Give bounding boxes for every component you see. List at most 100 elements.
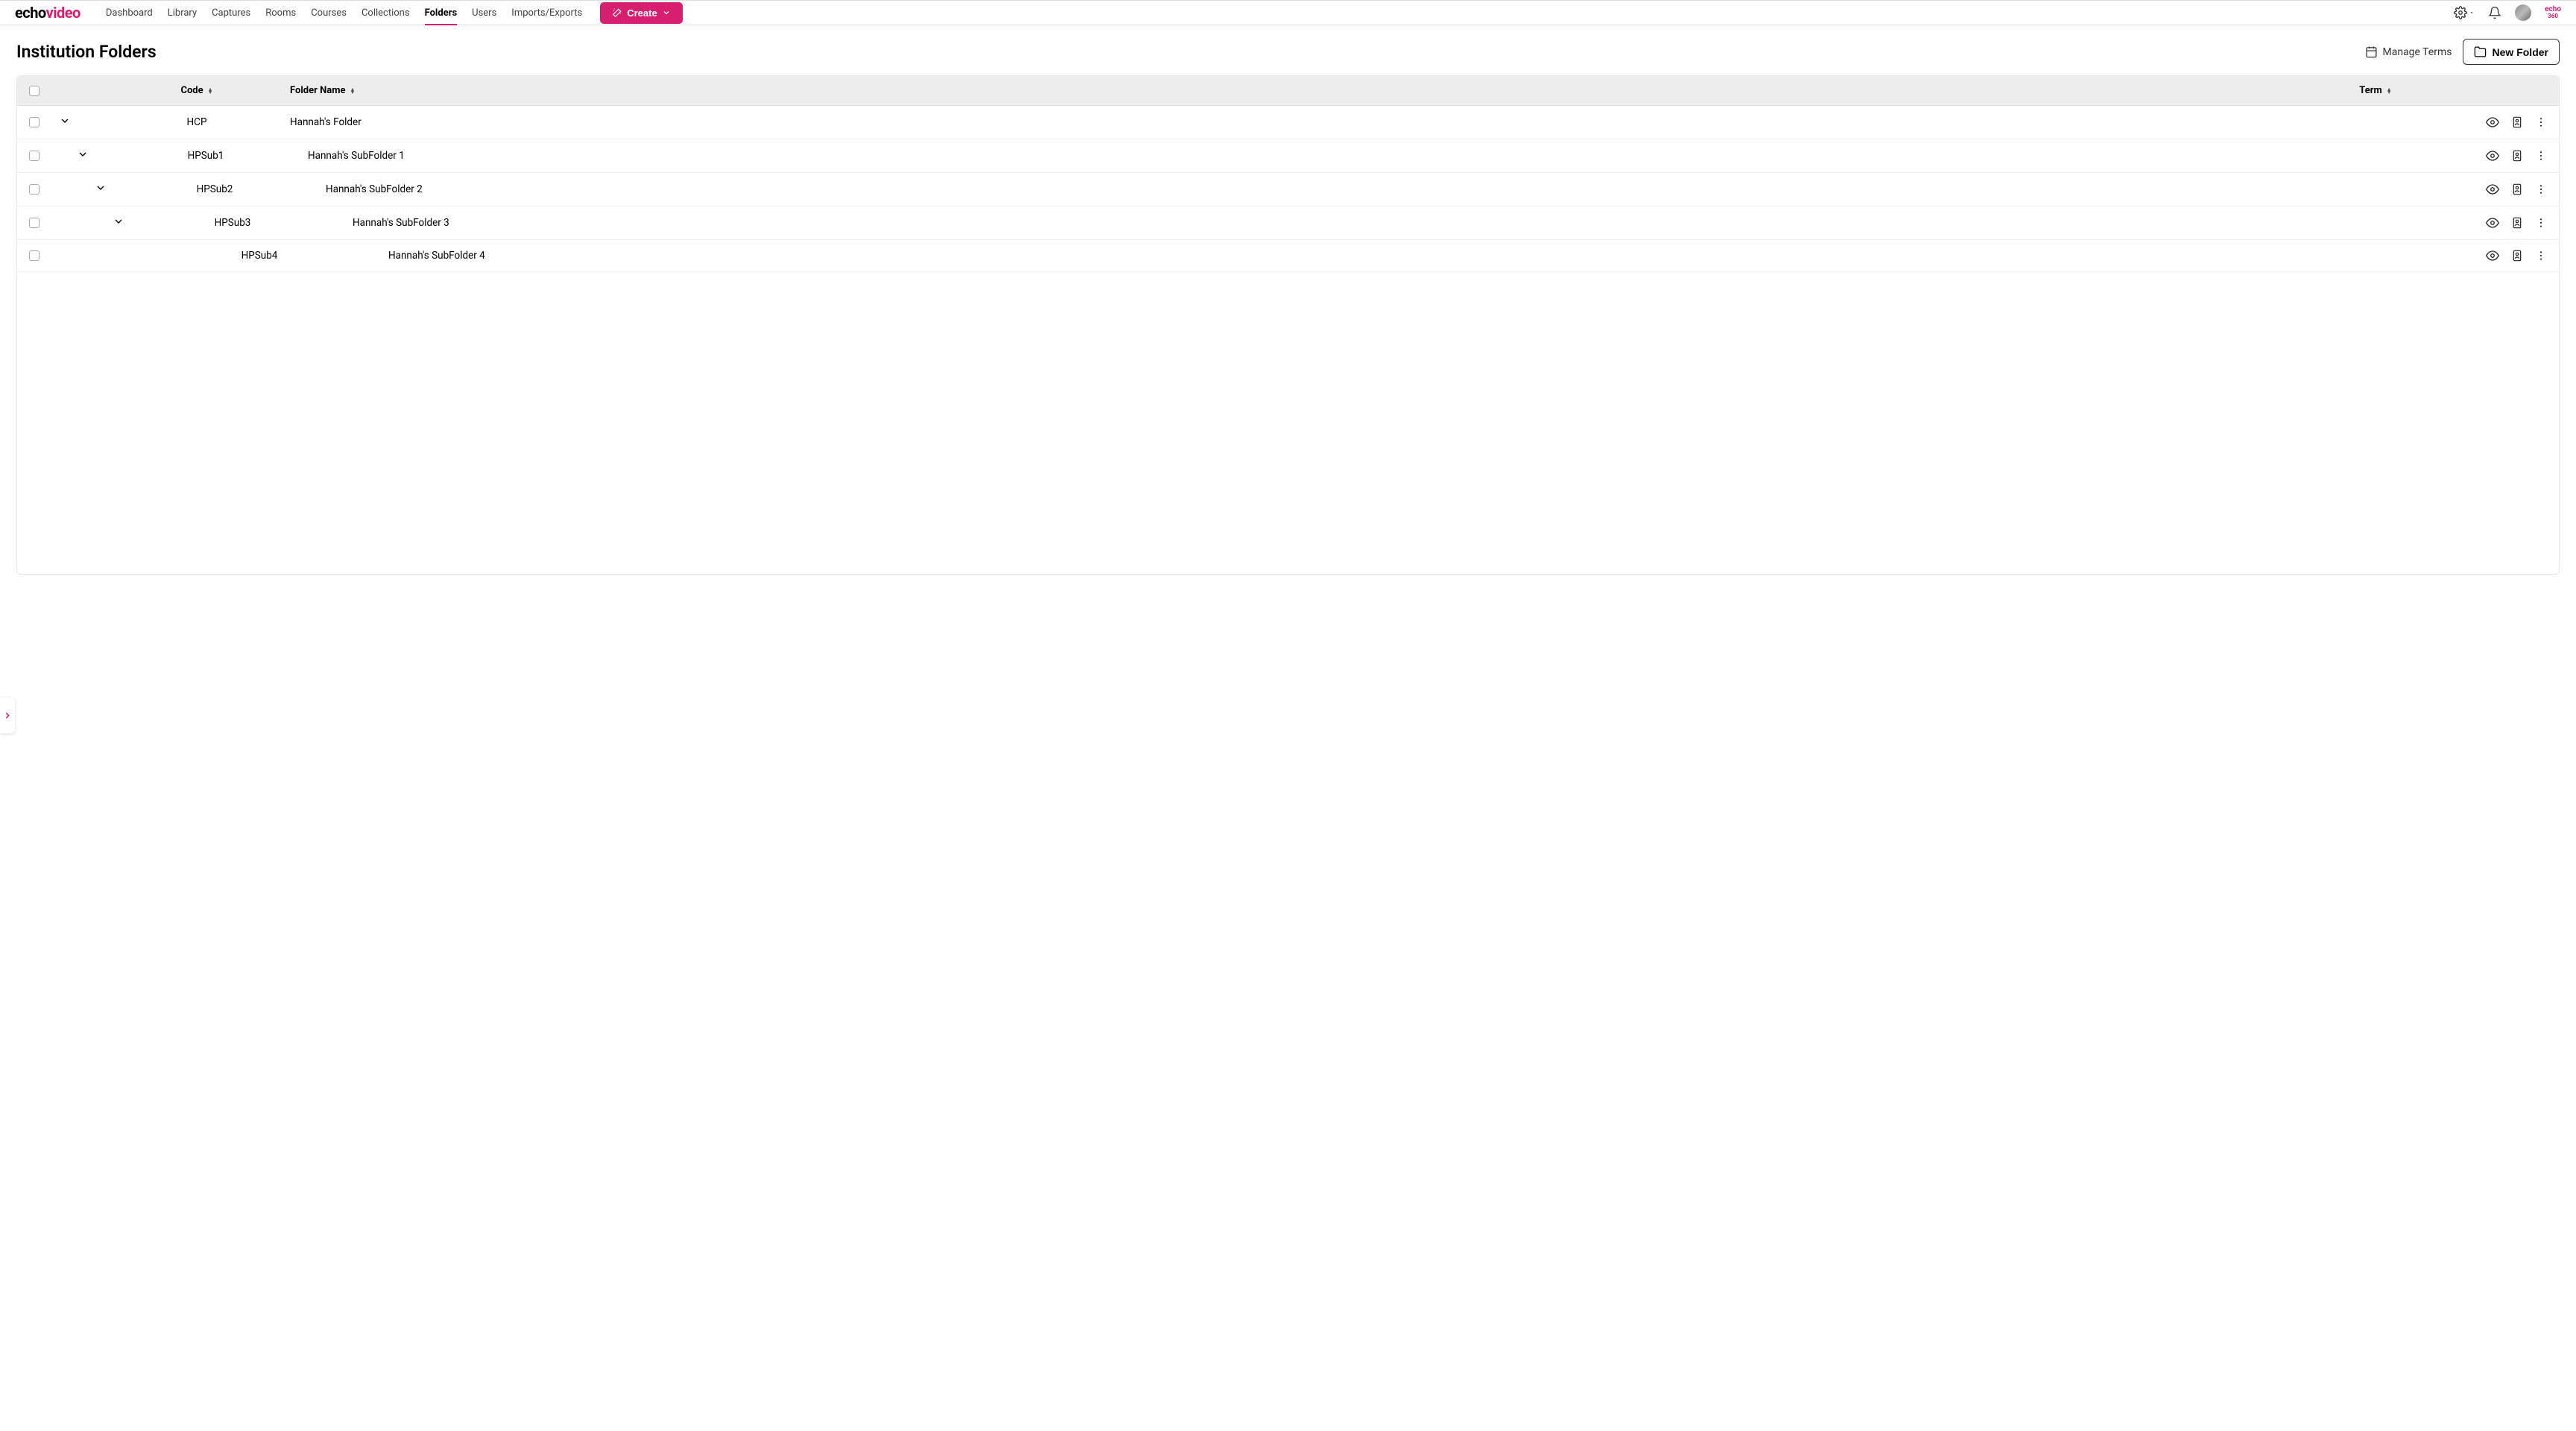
members-button[interactable] xyxy=(2511,216,2523,230)
logo-part1: echo xyxy=(15,4,46,22)
more-button[interactable] xyxy=(2535,249,2547,262)
manage-terms-button[interactable]: Manage Terms xyxy=(2365,45,2452,58)
nav-item-imports-exports[interactable]: Imports/Exports xyxy=(504,1,590,25)
nav-item-rooms[interactable]: Rooms xyxy=(258,1,303,25)
nav-right: echo360 xyxy=(2454,4,2561,21)
table-row: HCPHannah's Folder xyxy=(17,106,2559,139)
chevron-down-icon xyxy=(59,115,71,127)
row-code: HPSub1 xyxy=(188,150,224,162)
more-button[interactable] xyxy=(2535,116,2547,129)
eye-icon xyxy=(2486,149,2499,162)
more-button[interactable] xyxy=(2535,183,2547,196)
top-nav: echovideo DashboardLibraryCapturesRoomsC… xyxy=(0,0,2576,25)
calendar-icon xyxy=(2365,45,2378,58)
nav-item-dashboard[interactable]: Dashboard xyxy=(98,1,160,25)
row-name: Hannah's SubFolder 2 xyxy=(326,183,423,195)
table-row: HPSub1 Hannah's SubFolder 1 xyxy=(17,139,2559,173)
create-label: Create xyxy=(627,7,657,19)
brand-badge[interactable]: echo360 xyxy=(2545,6,2561,19)
id-card-icon xyxy=(2511,249,2523,262)
id-card-icon xyxy=(2511,216,2523,230)
page-header: Institution Folders Manage Terms New Fol… xyxy=(0,25,2576,75)
members-button[interactable] xyxy=(2511,183,2523,196)
nav-item-captures[interactable]: Captures xyxy=(204,1,258,25)
more-vertical-icon xyxy=(2535,149,2547,162)
header-term[interactable]: Term ▲▼ xyxy=(2294,85,2457,96)
notifications-button[interactable] xyxy=(2488,6,2501,19)
row-code: HPSub4 xyxy=(242,250,278,262)
header-code[interactable]: Code ▲▼ xyxy=(104,85,290,96)
bell-icon xyxy=(2488,6,2501,19)
avatar[interactable] xyxy=(2515,4,2531,21)
nav-item-library[interactable]: Library xyxy=(160,1,204,25)
view-button[interactable] xyxy=(2486,149,2499,162)
expand-toggle[interactable] xyxy=(59,115,71,127)
folders-table: Code ▲▼ Folder Name ▲▼ Term ▲▼ HCPHannah… xyxy=(16,75,2560,575)
nav-item-users[interactable]: Users xyxy=(464,1,504,25)
row-checkbox[interactable] xyxy=(29,117,40,127)
more-vertical-icon xyxy=(2535,183,2547,196)
magic-wand-icon xyxy=(612,7,622,18)
row-name: Hannah's SubFolder 3 xyxy=(353,217,449,229)
folder-icon xyxy=(2474,45,2487,58)
row-name: Hannah's Folder xyxy=(290,116,362,128)
eye-icon xyxy=(2486,216,2499,230)
eye-icon xyxy=(2486,249,2499,262)
id-card-icon xyxy=(2511,116,2523,129)
nav-item-courses[interactable]: Courses xyxy=(303,1,354,25)
members-button[interactable] xyxy=(2511,116,2523,129)
table-row: HPSub2 Hannah's SubFolder 2 xyxy=(17,173,2559,206)
table-header: Code ▲▼ Folder Name ▲▼ Term ▲▼ xyxy=(17,76,2559,106)
header-folder-name[interactable]: Folder Name ▲▼ xyxy=(290,85,2294,96)
page-title: Institution Folders xyxy=(16,42,157,62)
row-name: Hannah's SubFolder 1 xyxy=(308,150,405,162)
table-row: HPSub3 Hannah's SubFolder 3 xyxy=(17,206,2559,240)
id-card-icon xyxy=(2511,149,2523,162)
more-vertical-icon xyxy=(2535,216,2547,230)
more-vertical-icon xyxy=(2535,116,2547,129)
chevron-down-icon xyxy=(662,8,671,17)
chevron-right-icon xyxy=(2,710,13,721)
table-body: HCPHannah's Folder HPSub1 Hannah's SubFold… xyxy=(17,106,2559,272)
more-button[interactable] xyxy=(2535,216,2547,230)
more-button[interactable] xyxy=(2535,149,2547,162)
side-expand-tab[interactable] xyxy=(0,698,15,733)
row-checkbox[interactable] xyxy=(29,218,40,228)
table-row: HPSub4 Hannah's SubFolder 4 xyxy=(17,240,2559,272)
eye-icon xyxy=(2486,116,2499,129)
chevron-down-icon xyxy=(77,148,89,160)
new-folder-button[interactable]: New Folder xyxy=(2463,39,2560,65)
row-checkbox[interactable] xyxy=(29,184,40,195)
more-vertical-icon xyxy=(2535,249,2547,262)
expand-toggle[interactable] xyxy=(77,148,89,160)
nav-item-folders[interactable]: Folders xyxy=(417,1,465,25)
sort-icon: ▲▼ xyxy=(2387,88,2392,94)
nav-items: DashboardLibraryCapturesRoomsCoursesColl… xyxy=(98,1,590,25)
logo[interactable]: echovideo xyxy=(15,4,80,22)
logo-part2: video xyxy=(46,4,80,22)
row-name: Hannah's SubFolder 4 xyxy=(388,250,485,262)
caret-down-icon xyxy=(2469,10,2475,16)
new-folder-label: New Folder xyxy=(2493,46,2548,58)
header-actions: Manage Terms New Folder xyxy=(2365,39,2560,65)
members-button[interactable] xyxy=(2511,249,2523,262)
id-card-icon xyxy=(2511,183,2523,196)
row-checkbox[interactable] xyxy=(29,151,40,161)
view-button[interactable] xyxy=(2486,116,2499,129)
row-code: HPSub2 xyxy=(197,183,233,195)
settings-button[interactable] xyxy=(2454,6,2475,19)
gear-icon xyxy=(2454,6,2467,19)
sort-icon: ▲▼ xyxy=(350,88,356,94)
eye-icon xyxy=(2486,183,2499,196)
members-button[interactable] xyxy=(2511,149,2523,162)
nav-item-collections[interactable]: Collections xyxy=(354,1,417,25)
view-button[interactable] xyxy=(2486,183,2499,196)
sort-icon: ▲▼ xyxy=(208,88,213,94)
manage-terms-label: Manage Terms xyxy=(2383,46,2452,58)
row-code: HPSub3 xyxy=(215,217,251,229)
view-button[interactable] xyxy=(2486,249,2499,262)
create-button[interactable]: Create xyxy=(600,2,682,24)
row-checkbox[interactable] xyxy=(29,250,40,261)
view-button[interactable] xyxy=(2486,216,2499,230)
select-all-checkbox[interactable] xyxy=(29,86,40,96)
